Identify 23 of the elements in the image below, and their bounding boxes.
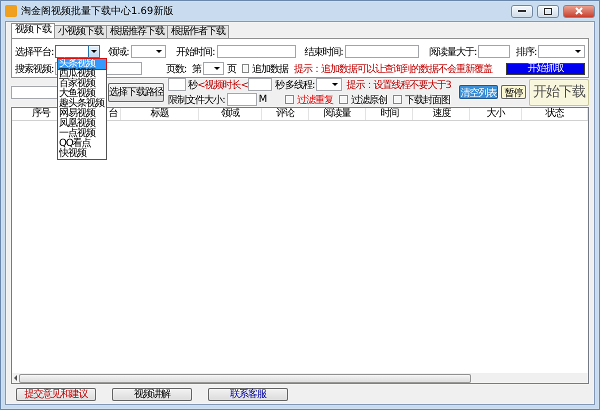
checkbox-label: 过滤原创: [351, 94, 387, 106]
checkbox-label: 下载封面图: [405, 94, 450, 106]
field-label: 限制文件大小:: [168, 94, 225, 106]
field-label: 结束时间:: [304, 46, 343, 58]
field-label: 页: [226, 62, 236, 76]
unit-label: M: [258, 94, 266, 105]
hint-text: 提示：设置线程不要大于3: [346, 78, 451, 92]
checkbox-label: 追加数据: [252, 62, 288, 76]
field-label: 页数:: [166, 62, 186, 76]
unit-label: 秒: [275, 78, 284, 92]
window-title: 淘金阁视频批量下载中心1.69新版: [21, 4, 174, 18]
hint-text: 提示：追加数据可以让查询到的数据不会重新覆盖: [294, 62, 492, 76]
field-label: 开始时间:: [176, 46, 215, 58]
field-label: 搜索视频:: [15, 62, 54, 76]
duration-label: <视频时长<: [197, 78, 248, 92]
unit-label: 秒: [188, 78, 198, 92]
checkbox-label: 过滤重复: [297, 94, 333, 106]
field-label: 排序:: [516, 46, 536, 58]
field-label: 第: [192, 62, 202, 76]
field-label: 领域:: [108, 46, 129, 58]
field-label: 阅读量大于:: [428, 46, 476, 58]
field-label: 选择平台:: [15, 46, 54, 58]
field-label: 多线程:: [285, 78, 314, 92]
